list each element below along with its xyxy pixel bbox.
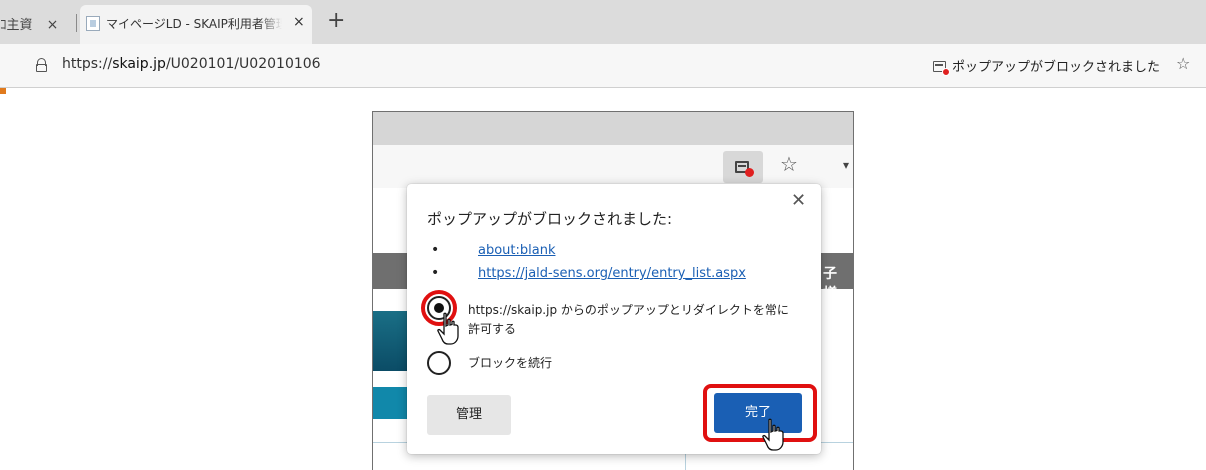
option-always-allow-line2: 許可する [468, 322, 517, 336]
option-always-allow-line1: https://skaip.jp からのポップアップとリダイレクトを常に [468, 303, 789, 317]
new-tab-button[interactable]: + [327, 8, 345, 33]
cursor-icon [762, 418, 784, 451]
zoom-caret-icon: ▾ [843, 158, 850, 172]
tab-close-icon[interactable]: × [293, 14, 305, 30]
tab-divider [76, 14, 77, 32]
dialog-title: ポップアップがブロックされました: [427, 210, 673, 228]
tab-previous[interactable]: ｺ主資 × [0, 14, 58, 33]
tab-previous-label: ｺ主資 [0, 18, 33, 33]
browser-chrome: ｺ主資 × マイページLD - SKAIP利用者管理シ × + https://… [0, 0, 1206, 96]
tab-active[interactable]: マイページLD - SKAIP利用者管理シ × [80, 5, 312, 44]
url-path: /U020101/U02010106 [165, 56, 321, 72]
done-button[interactable]: 完了 [714, 393, 802, 433]
url-text[interactable]: https://skaip.jp/U020101/U02010106 [62, 56, 321, 72]
list-bullet: • [431, 242, 440, 258]
tab-active-title: マイページLD - SKAIP利用者管理シ [106, 15, 282, 32]
link-about-blank[interactable]: about:blank [478, 243, 556, 258]
radio-keep-blocking[interactable] [427, 351, 451, 375]
tab-previous-close-icon[interactable]: × [47, 17, 59, 33]
popup-blocked-indicator[interactable]: ポップアップがブロックされました [933, 56, 1161, 76]
manage-button[interactable]: 管理 [427, 395, 511, 435]
lock-icon[interactable] [36, 58, 47, 73]
dialog-close-icon[interactable]: ✕ [791, 190, 806, 211]
list-bullet: • [431, 265, 440, 281]
popup-blocked-dialog: ポップアップがブロックされました: ✕ • about:blank • http… [407, 184, 821, 454]
option-keep-blocking-label[interactable]: ブロックを続行 [468, 354, 552, 373]
link-entry-list[interactable]: https://jald-sens.org/entry/entry_list.a… [478, 266, 746, 281]
popup-blocked-icon [933, 61, 950, 76]
zoom-blocked-badge [745, 168, 754, 177]
zoom-header-band-label: 子 様 [823, 266, 839, 302]
cursor-icon [437, 312, 459, 345]
address-bar[interactable]: https://skaip.jp/U020101/U02010106 ポップアッ… [0, 44, 1206, 88]
url-host: skaip.jp [112, 56, 166, 72]
favorite-star-icon[interactable]: ☆ [1176, 54, 1190, 73]
popup-blocked-indicator-label: ポップアップがブロックされました [952, 60, 1161, 75]
option-always-allow-label[interactable]: https://skaip.jp からのポップアップとリダイレクトを常に 許可す… [468, 301, 789, 339]
url-scheme: https:// [62, 56, 113, 72]
tab-strip: ｺ主資 × マイページLD - SKAIP利用者管理シ × + [0, 0, 1206, 44]
zoom-popup-blocked-button[interactable] [723, 151, 763, 183]
zoom-tab-strip [373, 112, 853, 145]
zoom-star-icon[interactable]: ☆ [780, 152, 798, 176]
page-edge-marker [0, 88, 6, 94]
page-favicon-icon [86, 16, 100, 31]
